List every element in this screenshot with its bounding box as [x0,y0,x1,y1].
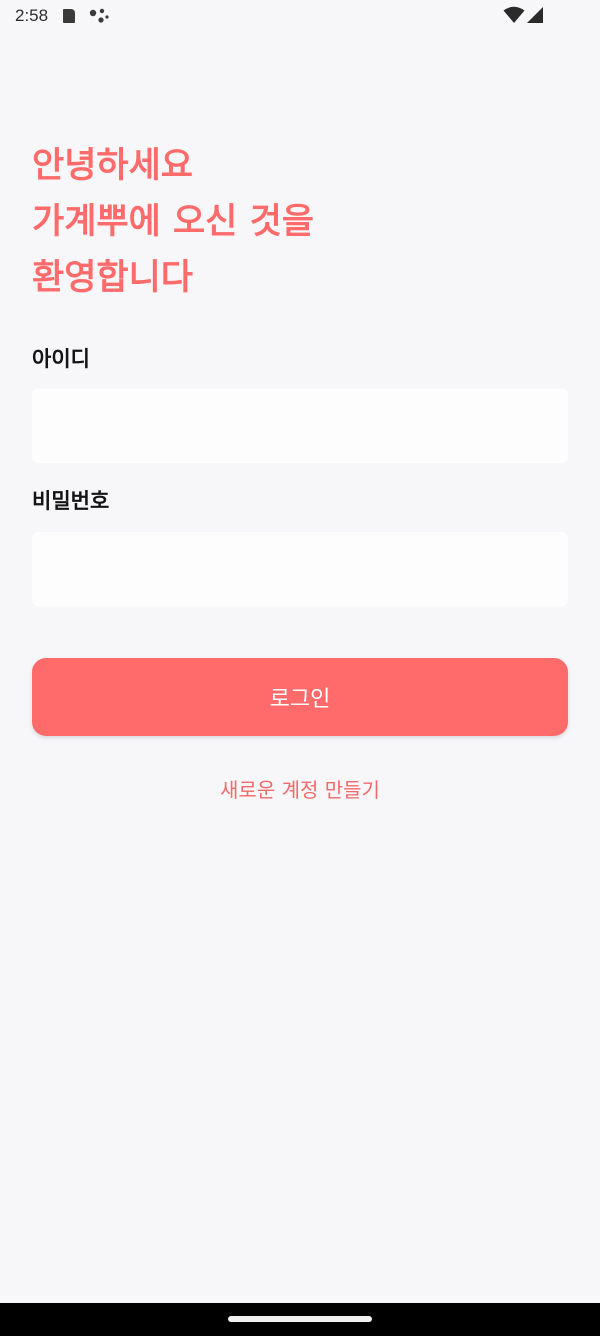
signal-icon [527,7,543,23]
welcome-line-2: 가계뿌에 오신 것을 [32,202,314,242]
navigation-bar [0,1303,600,1336]
welcome-line-1: 안녕하세요 [32,146,194,186]
login-screen: 2:58 안녕하세요 가계뿌에 오신 것을 환영합니다 아이디 비밀번호 로그인… [0,0,600,1336]
home-gesture-handle[interactable] [228,1316,372,1322]
welcome-line-3: 환영합니다 [32,258,194,298]
id-label: 아이디 [32,347,90,371]
login-button[interactable]: 로그인 [32,658,568,736]
assistant-icon [89,8,109,23]
status-time: 2:58 [15,6,49,25]
password-input[interactable] [32,532,568,606]
status-bar: 2:58 [0,0,600,34]
password-label: 비밀번호 [32,489,110,513]
sd-card-icon [63,9,75,23]
id-input[interactable] [32,389,568,463]
create-account-link[interactable]: 새로운 계정 만들기 [0,774,600,803]
wifi-icon [503,6,525,23]
welcome-heading: 안녕하세요 가계뿌에 오신 것을 환영합니다 [32,138,314,306]
